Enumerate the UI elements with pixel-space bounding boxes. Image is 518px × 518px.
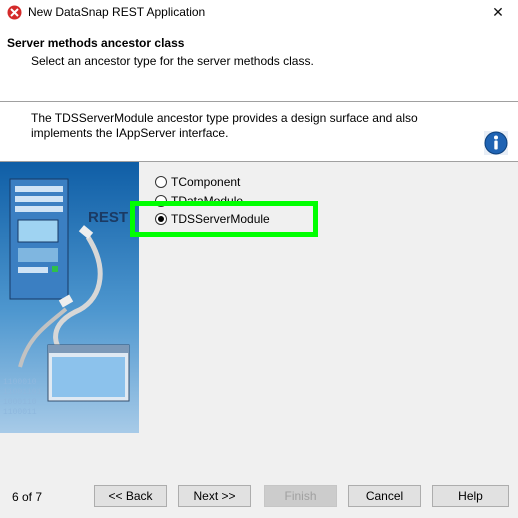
option-label: TComponent	[171, 175, 241, 189]
title-bar: New DataSnap REST Application ✕	[0, 0, 518, 24]
page-subtitle: Select an ancestor type for the server m…	[31, 54, 314, 68]
page-indicator: 6 of 7	[12, 490, 43, 504]
info-icon	[484, 131, 508, 155]
app-logo-icon	[7, 5, 22, 20]
selection-highlight	[130, 201, 318, 237]
svg-text:1100010: 1100010	[3, 378, 37, 387]
help-button[interactable]: Help	[432, 485, 509, 507]
close-icon[interactable]: ✕	[484, 1, 512, 23]
svg-text:1100011: 1100011	[3, 408, 37, 417]
wizard-side-image: 1100010 11001101 1000110 1100011 REST	[0, 162, 139, 434]
options-panel: 1100010 11001101 1000110 1100011 REST TC…	[0, 161, 518, 434]
radio-tcomponent[interactable]	[155, 176, 167, 188]
finish-button[interactable]: Finish	[264, 485, 337, 507]
svg-text:1000110: 1000110	[3, 398, 37, 407]
svg-text:REST: REST	[88, 209, 128, 226]
cancel-button[interactable]: Cancel	[348, 485, 421, 507]
next-button[interactable]: Next >>	[178, 485, 251, 507]
window-title: New DataSnap REST Application	[28, 5, 206, 19]
page-title: Server methods ancestor class	[7, 36, 185, 50]
wizard-header: Server methods ancestor class Select an …	[0, 24, 518, 80]
header-divider	[0, 101, 518, 103]
wizard-footer: 6 of 7 << Back Next >> Finish Cancel Hel…	[0, 433, 518, 518]
option-tcomponent[interactable]: TComponent	[155, 173, 240, 191]
back-button[interactable]: << Back	[94, 485, 167, 507]
description-text: The TDSServerModule ancestor type provid…	[31, 111, 418, 140]
svg-text:11001101: 11001101	[3, 388, 42, 397]
